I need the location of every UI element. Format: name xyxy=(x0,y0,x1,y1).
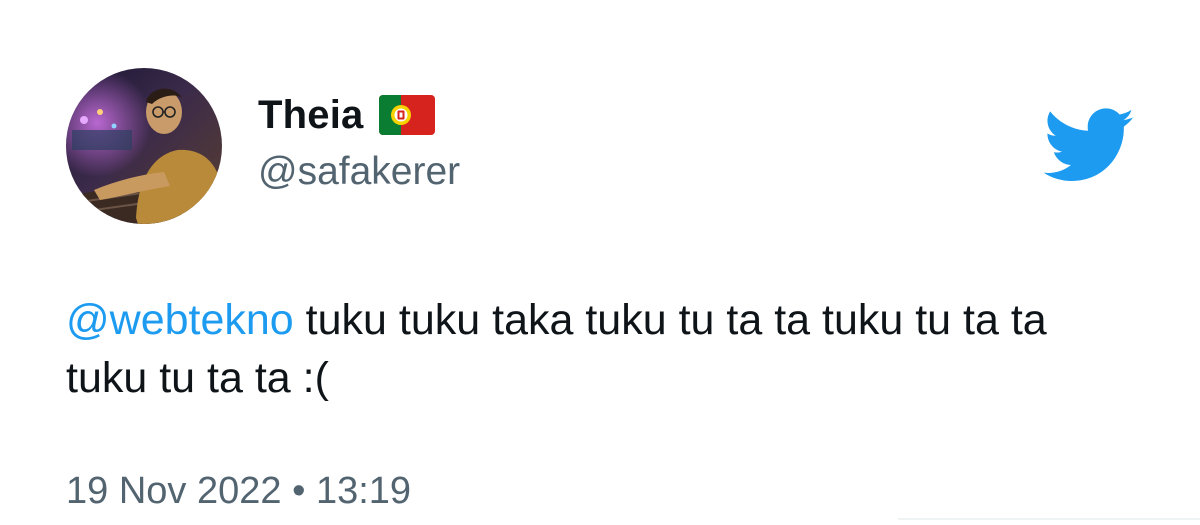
timestamp-date: 19 Nov 2022 xyxy=(66,470,282,512)
twitter-bird-icon[interactable] xyxy=(1043,108,1136,184)
avatar[interactable] xyxy=(66,68,222,224)
tweet-card: Theia @safakerer @webtekno tuku tuku tak… xyxy=(0,0,1200,525)
avatar-image xyxy=(66,68,222,224)
author-handle[interactable]: @safakerer xyxy=(258,150,460,194)
timestamp-separator: • xyxy=(292,470,306,512)
portugal-flag-icon xyxy=(379,95,436,135)
tweet-text: @webtekno tuku tuku taka tuku tu ta ta t… xyxy=(66,291,1126,407)
footer-divider xyxy=(898,518,1200,520)
author-display-name[interactable]: Theia xyxy=(258,93,363,138)
tweet-timestamp[interactable]: 19 Nov 2022 • 13:19 xyxy=(66,470,411,513)
author-block: Theia @safakerer xyxy=(258,86,460,194)
author-name-row: Theia xyxy=(258,86,460,144)
mention-link[interactable]: @webtekno xyxy=(66,296,294,344)
timestamp-time: 13:19 xyxy=(315,470,412,512)
